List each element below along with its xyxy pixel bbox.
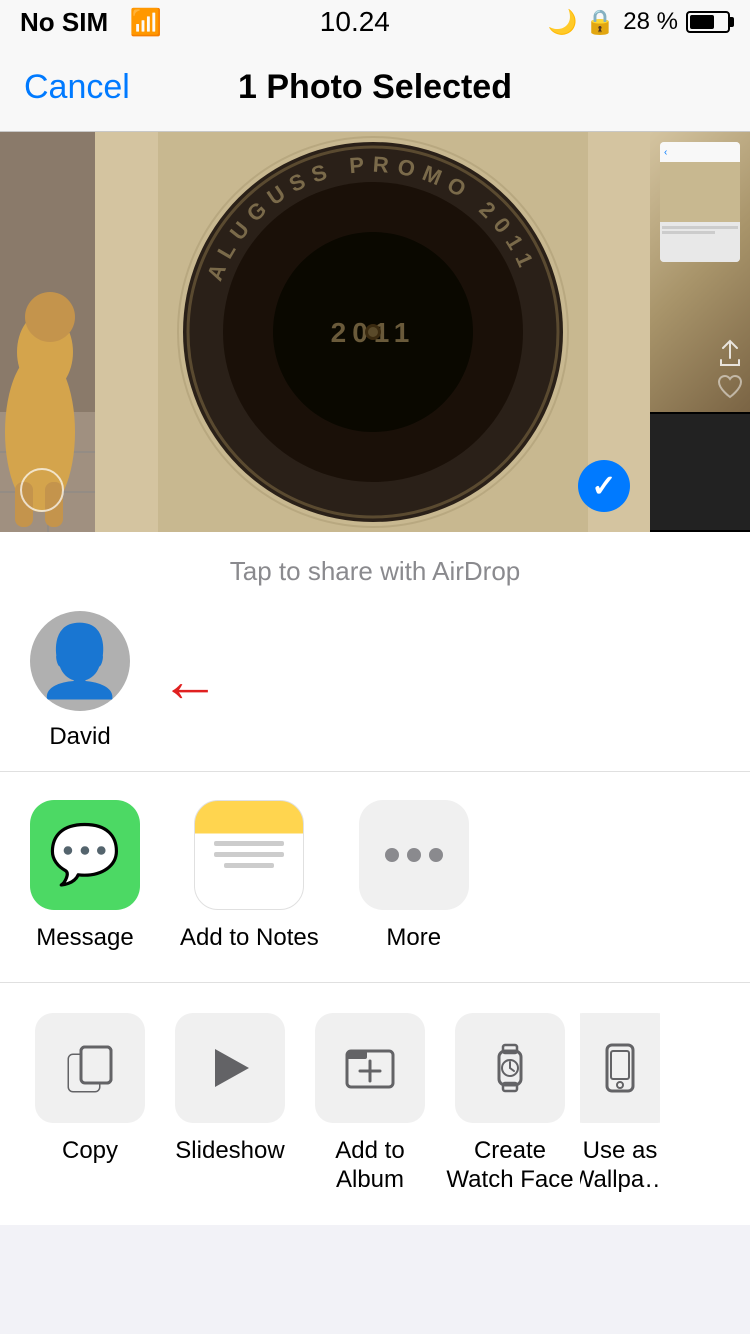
notes-app-label: Add to Notes [180,924,319,952]
photo-right-top[interactable]: ‹ [650,132,750,412]
slideshow-label: Slideshow [175,1137,284,1166]
photo-thumb-left[interactable] [0,132,95,532]
left-arrow-icon: ← [160,651,220,711]
battery-percent: 28 % [623,8,678,36]
add-album-label: Add to Album [300,1137,440,1195]
action-slideshow[interactable]: Slideshow [160,1013,300,1195]
more-app-icon [359,800,469,910]
coin-svg: ALUGUSS PROMO 2011 2011 [158,132,588,532]
lock-icon: 🔒 [585,8,615,37]
coin-image: ALUGUSS PROMO 2011 2011 [153,152,593,512]
message-app-label: Message [36,924,133,952]
clock: 10.24 [320,6,390,38]
status-right: 🌙 🔒 28 % [548,8,730,37]
arrow-indicator: ← [160,611,220,751]
copy-label: Copy [62,1137,118,1166]
wallpaper-icon-box [580,1013,660,1123]
wifi-icon: 📶 [130,7,162,37]
airdrop-label: Tap to share with AirDrop [0,556,750,587]
photo-main[interactable]: ALUGUSS PROMO 2011 2011 ✓ [95,132,650,532]
heart-small-icon [715,372,745,402]
message-bubble-icon: 💬 [49,821,121,889]
page-title: 1 Photo Selected [238,68,512,107]
checkmark-icon: ✓ [591,469,616,504]
message-app-icon: 💬 [30,800,140,910]
wallpaper-icon [593,1041,647,1095]
dot-2 [407,848,421,862]
copy-icon [63,1041,117,1095]
wallpaper-label: Use as Wallpa… [580,1137,660,1195]
actions-section: Copy Slideshow Add to Album [0,983,750,1225]
action-copy[interactable]: Copy [20,1013,160,1195]
share-small-icon [715,338,745,368]
dot-1 [385,848,399,862]
add-album-icon [343,1041,397,1095]
contact-name-david: David [49,723,110,751]
airdrop-contacts: 👤 David ← [0,611,750,751]
app-item-message[interactable]: 💬 Message [30,800,140,952]
notes-line-3 [224,863,274,868]
notes-line-2 [214,852,284,857]
moon-icon: 🌙 [548,8,578,37]
app-share-section: 💬 Message Add to Notes More [0,772,750,983]
status-bar: No SIM 📶 10.24 🌙 🔒 28 % [0,0,750,44]
contact-david[interactable]: 👤 David [30,611,130,751]
person-icon: 👤 [36,626,123,696]
airdrop-section: Tap to share with AirDrop 👤 David ← [0,532,750,772]
action-add-album[interactable]: Add to Album [300,1013,440,1195]
contact-avatar-david: 👤 [30,611,130,711]
app-item-notes[interactable]: Add to Notes [180,800,319,952]
watch-face-icon [483,1041,537,1095]
add-album-icon-box [315,1013,425,1123]
copy-icon-box [35,1013,145,1123]
notes-line-1 [214,841,284,846]
cancel-button[interactable]: Cancel [24,68,130,107]
action-wallpaper[interactable]: Use as Wallpa… [580,1013,660,1195]
action-watch-face[interactable]: Create Watch Face [440,1013,580,1195]
mini-nav: ‹ [660,142,740,162]
unselected-badge[interactable] [20,468,64,512]
watch-face-label: Create Watch Face [440,1137,580,1195]
more-app-label: More [386,924,441,952]
photo-strip: ALUGUSS PROMO 2011 2011 ✓ ‹ [0,132,750,532]
battery-icon [686,11,730,33]
watch-face-icon-box [455,1013,565,1123]
dot-3 [429,848,443,862]
slideshow-icon-box [175,1013,285,1123]
carrier-label: No SIM 📶 [20,7,162,38]
notes-app-icon [194,800,304,910]
nav-bar: Cancel 1 Photo Selected [0,44,750,132]
slideshow-icon [203,1041,257,1095]
app-item-more[interactable]: More [359,800,469,952]
mini-screenshot: ‹ [660,142,740,262]
photo-right-icons [650,414,750,530]
photo-strip-right: ‹ [650,132,750,532]
selected-badge[interactable]: ✓ [578,460,630,512]
more-dots [385,848,443,862]
